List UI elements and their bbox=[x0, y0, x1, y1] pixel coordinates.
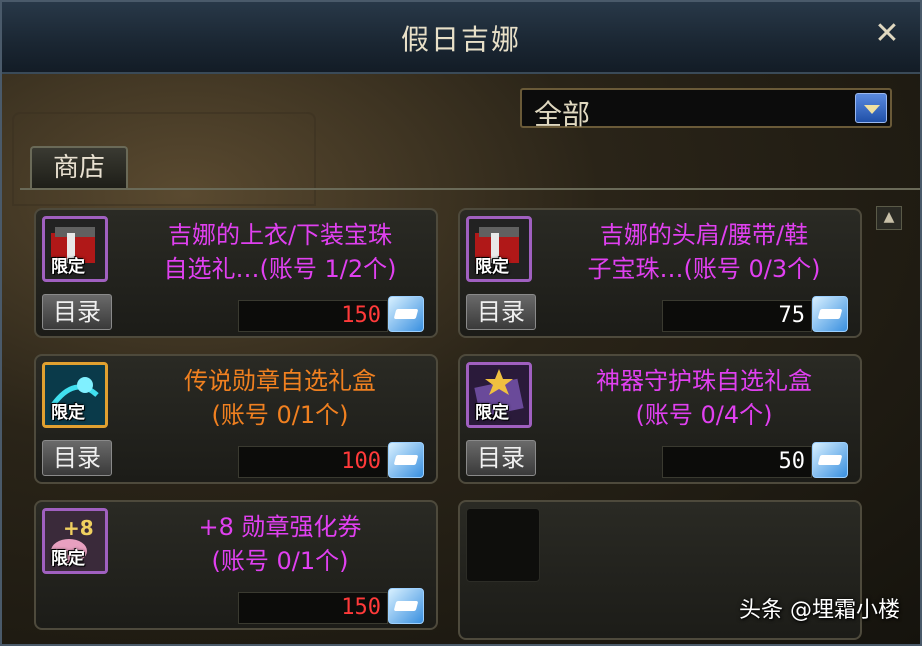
currency-icon bbox=[388, 442, 424, 478]
item-price: 50 bbox=[778, 449, 806, 474]
currency-icon bbox=[388, 296, 424, 332]
item-card[interactable]: 限定 目录 传说勋章自选礼盒 (账号 0/1个) 100 bbox=[34, 354, 438, 484]
price-box: 150 bbox=[238, 592, 388, 624]
item-name: 神器守护珠自选礼盒 (账号 0/4个) bbox=[554, 364, 854, 432]
category-dropdown[interactable]: 全部 bbox=[520, 88, 892, 131]
currency-icon bbox=[388, 588, 424, 624]
limited-badge: 限定 bbox=[475, 257, 509, 277]
watermark: 头条 @埋霜小楼 bbox=[739, 598, 900, 623]
window-title: 假日吉娜 bbox=[400, 23, 521, 56]
item-name-line: (账号 0/1个) bbox=[211, 401, 349, 429]
item-card[interactable]: +8 限定 +8 勋章强化券 (账号 0/1个) 150 bbox=[34, 500, 438, 630]
price-box: 100 bbox=[238, 446, 388, 478]
item-name-line: 子宝珠…(账号 0/3个) bbox=[587, 255, 821, 283]
currency-icon bbox=[812, 442, 848, 478]
scroll-up-icon[interactable]: ▲ bbox=[876, 206, 902, 230]
item-price: 100 bbox=[341, 449, 381, 474]
red-gift-box-icon: 限定 bbox=[466, 216, 532, 282]
currency-icon bbox=[812, 296, 848, 332]
tab-shop[interactable]: 商店 bbox=[30, 146, 128, 188]
item-name-line: +8 勋章强化券 bbox=[198, 513, 362, 541]
catalog-button[interactable]: 目录 bbox=[466, 440, 536, 476]
catalog-button[interactable]: 目录 bbox=[42, 440, 112, 476]
category-dropdown-value: 全部 bbox=[534, 98, 591, 131]
price-box: 150 bbox=[238, 300, 388, 332]
title-bar: 假日吉娜 ✕ bbox=[2, 2, 920, 74]
item-name-line: 神器守护珠自选礼盒 bbox=[596, 367, 812, 395]
plus8-ticket-icon: +8 限定 bbox=[42, 508, 108, 574]
item-name-line: 吉娜的头肩/腰带/鞋 bbox=[599, 221, 809, 249]
price-box: 75 bbox=[662, 300, 812, 332]
shop-window: 假日吉娜 ✕ 全部 商店 ▲ 限定 目录 吉娜的上衣/下装宝珠 自选礼…(账号 … bbox=[0, 0, 922, 646]
catalog-button[interactable]: 目录 bbox=[42, 294, 112, 330]
chevron-down-icon[interactable] bbox=[855, 93, 887, 123]
item-name-line: (账号 0/1个) bbox=[211, 547, 349, 575]
price-box: 50 bbox=[662, 446, 812, 478]
limited-badge: 限定 bbox=[51, 549, 85, 569]
empty-item-slot bbox=[466, 508, 540, 582]
item-name-line: 自选礼…(账号 1/2个) bbox=[163, 255, 397, 283]
catalog-button[interactable]: 目录 bbox=[466, 294, 536, 330]
svg-text:+8: +8 bbox=[63, 516, 94, 540]
item-name: 吉娜的上衣/下装宝珠 自选礼…(账号 1/2个) bbox=[130, 218, 430, 286]
item-card[interactable]: 限定 目录 神器守护珠自选礼盒 (账号 0/4个) 50 bbox=[458, 354, 862, 484]
limited-badge: 限定 bbox=[51, 257, 85, 277]
item-card[interactable]: 限定 目录 吉娜的头肩/腰带/鞋 子宝珠…(账号 0/3个) 75 bbox=[458, 208, 862, 338]
limited-badge: 限定 bbox=[475, 403, 509, 423]
item-name: +8 勋章强化券 (账号 0/1个) bbox=[130, 510, 430, 578]
item-name-line: 传说勋章自选礼盒 bbox=[184, 367, 376, 395]
artifact-orb-box-icon: 限定 bbox=[466, 362, 532, 428]
item-name: 吉娜的头肩/腰带/鞋 子宝珠…(账号 0/3个) bbox=[554, 218, 854, 286]
item-name: 传说勋章自选礼盒 (账号 0/1个) bbox=[130, 364, 430, 432]
item-card[interactable]: 限定 目录 吉娜的上衣/下装宝珠 自选礼…(账号 1/2个) 150 bbox=[34, 208, 438, 338]
item-price: 150 bbox=[341, 595, 381, 620]
legendary-medal-box-icon: 限定 bbox=[42, 362, 108, 428]
item-price: 75 bbox=[778, 303, 806, 328]
item-name-line: (账号 0/4个) bbox=[635, 401, 773, 429]
item-name-line: 吉娜的上衣/下装宝珠 bbox=[167, 221, 393, 249]
red-gift-box-icon: 限定 bbox=[42, 216, 108, 282]
limited-badge: 限定 bbox=[51, 403, 85, 423]
close-icon[interactable]: ✕ bbox=[872, 16, 902, 52]
item-price: 150 bbox=[341, 303, 381, 328]
